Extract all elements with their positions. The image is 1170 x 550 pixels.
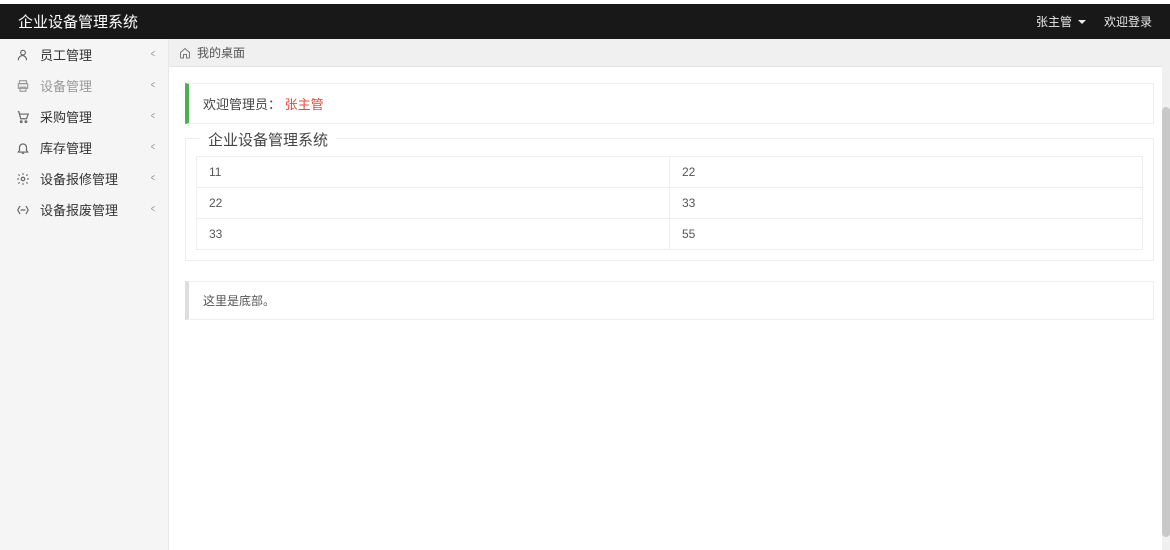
sidebar: 员工管理 < 设备管理 < 采购管理 < 库存管理 < bbox=[0, 39, 169, 550]
recycle-icon bbox=[16, 203, 30, 217]
welcome-prefix: 欢迎管理员： bbox=[203, 97, 281, 112]
chevron-left-icon: < bbox=[151, 49, 155, 60]
welcome-banner: 欢迎管理员： 张主管 bbox=[185, 83, 1154, 124]
sidebar-item-scrap[interactable]: 设备报废管理 < bbox=[0, 194, 168, 225]
sidebar-item-label: 库存管理 bbox=[40, 138, 150, 157]
sidebar-item-repair[interactable]: 设备报修管理 < bbox=[0, 163, 168, 194]
fieldset-title: 企业设备管理系统 bbox=[200, 129, 336, 150]
table-row: 11 22 bbox=[197, 157, 1143, 188]
sidebar-item-equipment[interactable]: 设备管理 < bbox=[0, 70, 168, 101]
table-cell: 22 bbox=[670, 157, 1143, 188]
sidebar-item-inventory[interactable]: 库存管理 < bbox=[0, 132, 168, 163]
chevron-left-icon: < bbox=[151, 80, 155, 91]
data-table: 11 22 22 33 33 55 bbox=[196, 156, 1143, 250]
content-area: 欢迎管理员： 张主管 企业设备管理系统 11 22 22 33 bbox=[169, 67, 1170, 550]
table-cell: 33 bbox=[197, 219, 670, 250]
chevron-left-icon: < bbox=[151, 142, 155, 153]
sidebar-item-label: 设备管理 bbox=[40, 76, 150, 95]
sidebar-item-purchase[interactable]: 采购管理 < bbox=[0, 101, 168, 132]
header-bar: 企业设备管理系统 张主管 欢迎登录 bbox=[0, 4, 1170, 39]
cart-icon bbox=[16, 110, 30, 124]
sidebar-item-label: 员工管理 bbox=[40, 45, 150, 64]
main-content: 我的桌面 欢迎管理员： 张主管 企业设备管理系统 11 22 22 bbox=[169, 39, 1170, 550]
chevron-left-icon: < bbox=[151, 204, 155, 215]
table-cell: 11 bbox=[197, 157, 670, 188]
table-row: 33 55 bbox=[197, 219, 1143, 250]
user-menu[interactable]: 张主管 bbox=[1036, 13, 1086, 30]
table-cell: 22 bbox=[197, 188, 670, 219]
sidebar-item-label: 设备报修管理 bbox=[40, 169, 150, 188]
user-icon bbox=[16, 48, 30, 62]
gear-icon bbox=[16, 172, 30, 186]
scrollbar-thumb[interactable] bbox=[1162, 107, 1170, 537]
footer-block: 这里是底部。 bbox=[185, 281, 1154, 320]
welcome-username: 张主管 bbox=[285, 97, 324, 112]
home-icon bbox=[179, 47, 191, 59]
printer-icon bbox=[16, 79, 30, 93]
chevron-left-icon: < bbox=[151, 111, 155, 122]
header-right: 张主管 欢迎登录 bbox=[1036, 13, 1152, 30]
footer-text: 这里是底部。 bbox=[203, 294, 275, 308]
chevron-left-icon: < bbox=[151, 173, 155, 184]
breadcrumb-label: 我的桌面 bbox=[197, 44, 245, 61]
sidebar-item-staff[interactable]: 员工管理 < bbox=[0, 39, 168, 70]
table-row: 22 33 bbox=[197, 188, 1143, 219]
table-cell: 55 bbox=[670, 219, 1143, 250]
user-name: 张主管 bbox=[1036, 13, 1072, 30]
sidebar-item-label: 采购管理 bbox=[40, 107, 150, 126]
breadcrumb: 我的桌面 bbox=[169, 39, 1170, 67]
login-link[interactable]: 欢迎登录 bbox=[1104, 13, 1152, 30]
bell-icon bbox=[16, 141, 30, 155]
app-title: 企业设备管理系统 bbox=[18, 11, 138, 32]
sidebar-item-label: 设备报废管理 bbox=[40, 200, 150, 219]
chevron-down-icon bbox=[1078, 20, 1086, 24]
fieldset-panel: 企业设备管理系统 11 22 22 33 33 55 bbox=[185, 138, 1154, 261]
scrollbar-track[interactable] bbox=[1162, 39, 1170, 550]
table-cell: 33 bbox=[670, 188, 1143, 219]
